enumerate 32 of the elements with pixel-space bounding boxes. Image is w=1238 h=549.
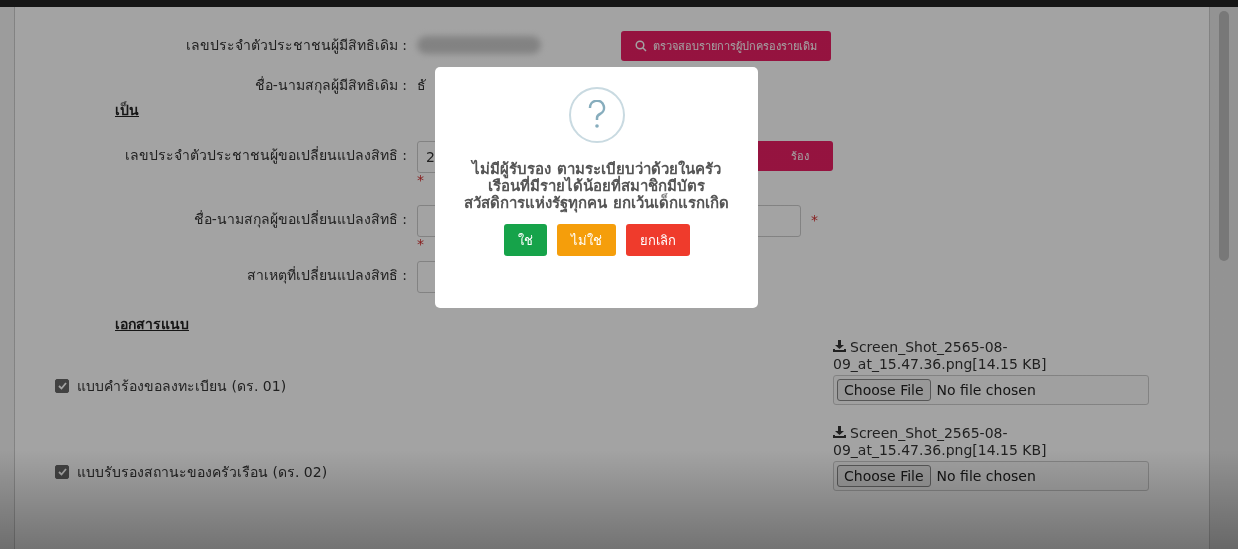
choose-file-button[interactable]: Choose File	[837, 379, 931, 401]
file-link[interactable]: Screen_Shot_2565-08-09_at_15.47.36.png[14.15 KB]	[833, 339, 1083, 373]
question-icon	[568, 87, 625, 143]
field-value: ธั	[417, 76, 426, 95]
file-input[interactable]: Choose File No file chosen	[833, 461, 1149, 491]
file-status: No file chosen	[936, 382, 1036, 398]
required-mark: *	[811, 213, 818, 227]
checkbox[interactable]	[55, 465, 69, 479]
search-icon	[635, 40, 647, 52]
scrollbar[interactable]	[1209, 7, 1238, 549]
attachment-label: แบบรับรองสถานะของครัวเรือน (ดร. 02)	[77, 463, 328, 482]
section-title: เป็น	[115, 100, 139, 120]
download-icon	[833, 426, 846, 438]
field-label: ชื่อ-นามสกุลผู้ขอเปลี่ยนแปลงสิทธิ :	[192, 209, 407, 230]
file-link[interactable]: Screen_Shot_2565-08-09_at_15.47.36.png[14.15 KB]	[833, 425, 1083, 459]
required-mark: *	[417, 173, 424, 187]
checkbox[interactable]	[55, 379, 69, 393]
dialog-button[interactable]: ยกเลิก	[625, 224, 690, 256]
required-mark: *	[417, 237, 424, 251]
field-label: สาเหตุที่เปลี่ยนแปลงสิทธิ :	[245, 265, 407, 286]
dialog-button[interactable]: ใช่	[503, 224, 547, 256]
attachment-label: แบบคำร้องขอลงทะเบียน (ดร. 01)	[77, 377, 287, 396]
file-input[interactable]: Choose File No file chosen	[833, 375, 1149, 405]
check-button[interactable]: ตรวจสอบรายการผู้ปกครองรายเดิม	[621, 31, 831, 61]
file-status: No file chosen	[936, 468, 1036, 484]
dialog-message: ไม่มีผู้รับรอง ตามระเบียบว่าด้วยในครัวเรือนที่มีรายได้น้อยที่สมาชิกมีบัตรสวัสดิการแห่งรัฐทุกคน ยกเว้นเด็กแรกเกิด	[463, 161, 730, 212]
download-icon	[833, 340, 846, 352]
choose-file-button[interactable]: Choose File	[837, 465, 931, 487]
field-label: เลขประจำตัวประชาชนผู้ขอเปลี่ยนแปลงสิทธิ :	[123, 145, 407, 166]
field-label: ชื่อ-นามสกุลผู้มีสิทธิเดิม :	[253, 75, 407, 96]
section-title: เอกสารแนบ	[115, 315, 189, 334]
field-label: เลขประจำตัวประชาชนผู้มีสิทธิเดิม :	[184, 36, 407, 56]
